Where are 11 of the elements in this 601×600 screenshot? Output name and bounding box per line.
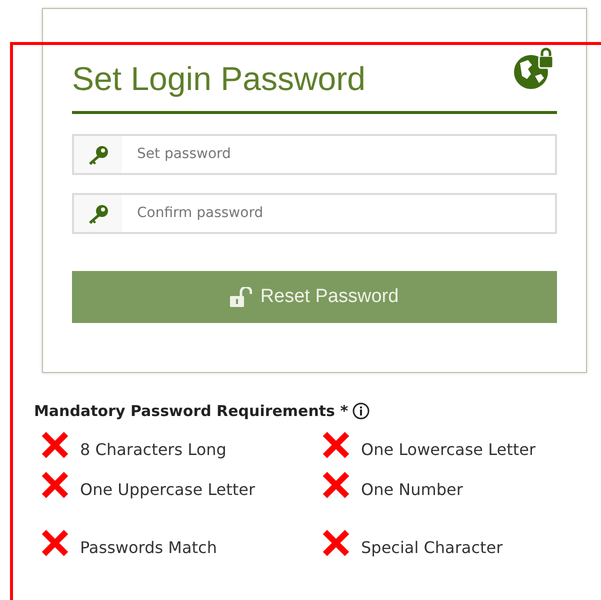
requirement-label: 8 Characters Long xyxy=(80,438,226,460)
reset-password-button[interactable]: Reset Password xyxy=(72,271,557,323)
requirements-heading: Mandatory Password Requirements * xyxy=(34,401,348,422)
requirement-label: One Number xyxy=(361,478,463,500)
requirement-label: Special Character xyxy=(361,536,503,558)
requirement-label: One Uppercase Letter xyxy=(80,478,256,500)
unlocked-padlock-icon xyxy=(230,287,252,307)
requirement-label: Passwords Match xyxy=(80,536,217,558)
requirement-label: One Lowercase Letter xyxy=(361,438,536,460)
card-title: Set Login Password xyxy=(72,59,366,99)
info-icon xyxy=(352,402,370,420)
